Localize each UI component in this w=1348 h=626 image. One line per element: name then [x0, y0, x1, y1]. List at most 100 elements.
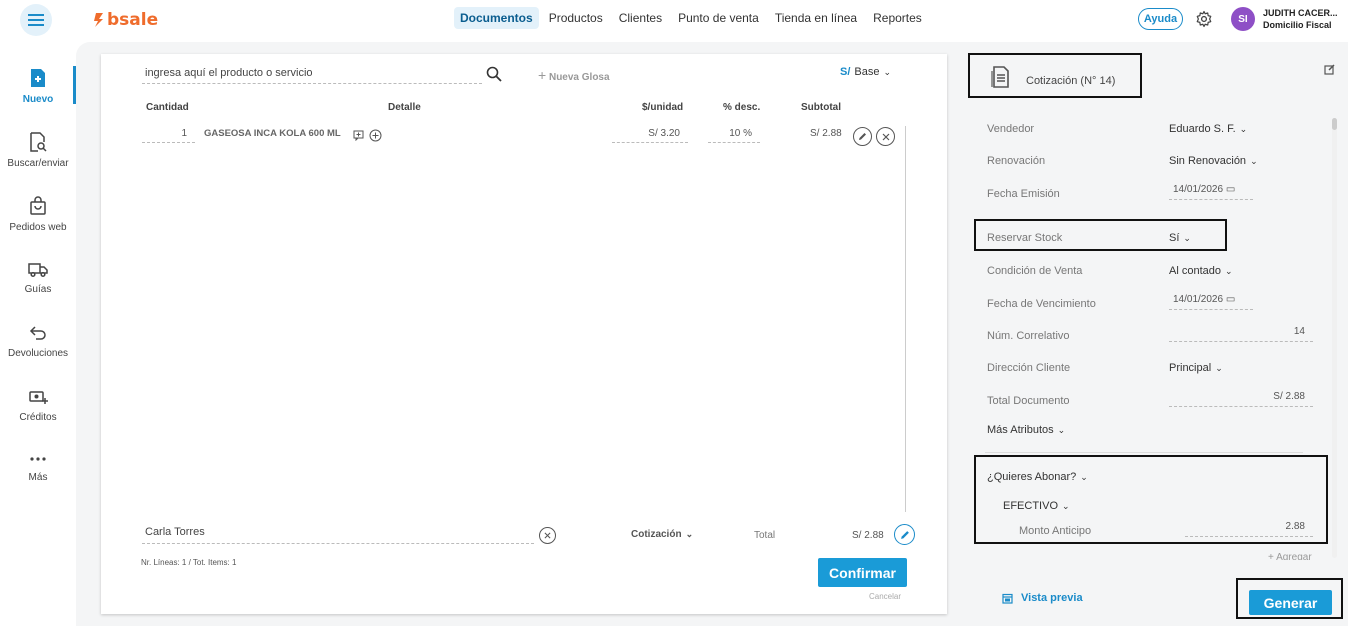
nav-documentos[interactable]: Documentos	[454, 7, 539, 29]
header-cantidad: Cantidad	[146, 102, 189, 113]
row-delete-button[interactable]	[876, 127, 895, 146]
efectivo-toggle[interactable]: EFECTIVO ⌄	[1003, 500, 1070, 512]
search-document-icon	[30, 132, 47, 152]
fecha-vencimiento-value: 14/01/2026	[1173, 294, 1224, 305]
sidebar-item-label: Buscar/enviar	[7, 158, 69, 169]
correlativo-input[interactable]: 14	[1169, 326, 1313, 342]
shopping-bag-icon	[30, 196, 46, 215]
hamburger-icon	[28, 14, 44, 26]
sidebar-item-guias[interactable]: Guías	[0, 250, 76, 314]
nav-clientes[interactable]: Clientes	[613, 7, 668, 29]
calendar-icon: ▭	[1225, 184, 1236, 195]
condicion-venta-select[interactable]: Al contado ⌄	[1169, 265, 1233, 277]
panel-scrollbar[interactable]	[1332, 118, 1337, 558]
plus-icon: +	[538, 67, 547, 83]
correlativo-label: Núm. Correlativo	[987, 330, 1070, 342]
sidebar-item-devoluciones[interactable]: Devoluciones	[0, 314, 76, 378]
renovacion-value: Sin Renovación	[1169, 155, 1247, 167]
gear-icon[interactable]	[1195, 10, 1213, 28]
clear-client-button[interactable]	[539, 527, 556, 544]
pencil-icon	[859, 133, 866, 140]
chevron-down-icon: ⌄	[883, 67, 892, 77]
chevron-down-icon: ⌄	[1080, 472, 1088, 482]
chevron-down-icon: ⌄	[1062, 501, 1070, 511]
row-edit-button[interactable]	[853, 127, 872, 146]
cancel-link[interactable]: Cancelar	[869, 592, 901, 601]
vendedor-select[interactable]: Eduardo S. F. ⌄	[1169, 123, 1247, 135]
search-icon[interactable]	[486, 66, 502, 82]
mas-atributos-label: Más Atributos	[987, 424, 1054, 436]
return-arrow-icon	[29, 326, 46, 340]
sidebar-item-nuevo[interactable]: Nuevo	[0, 58, 76, 122]
divider	[985, 452, 1303, 453]
reservar-stock-label: Reservar Stock	[987, 232, 1063, 244]
lines-info: Nr. Líneas: 1 / Tot. Items: 1	[141, 558, 237, 567]
chevron-down-icon: ⌄	[1183, 233, 1191, 243]
row-subtotal: S/ 2.88	[810, 128, 842, 139]
money-plus-icon	[29, 391, 48, 404]
edit-document-icon[interactable]	[1324, 64, 1335, 75]
total-documento-value: S/ 2.88	[1169, 391, 1313, 407]
sidebar-item-mas[interactable]: Más	[0, 442, 76, 506]
table-scroll-track	[905, 126, 906, 512]
more-dots-icon	[30, 457, 46, 461]
sidebar-item-pedidos-web[interactable]: Pedidos web	[0, 186, 76, 250]
confirm-button[interactable]: Confirmar	[818, 558, 907, 587]
sidebar-item-label: Nuevo	[22, 94, 54, 105]
row-cantidad-input[interactable]: 1	[142, 128, 195, 143]
vista-previa-button[interactable]: Vista previa	[1002, 592, 1083, 604]
nav-tienda-en-linea[interactable]: Tienda en línea	[769, 7, 863, 29]
renovacion-label: Renovación	[987, 155, 1046, 167]
chevron-down-icon: ⌄	[1215, 363, 1223, 373]
avatar[interactable]: SI	[1231, 7, 1255, 31]
product-search-input[interactable]: ingresa aquí el producto o servicio	[142, 64, 482, 84]
fecha-emision-value: 14/01/2026	[1173, 184, 1224, 195]
sidebar-item-buscar[interactable]: Buscar/enviar	[0, 122, 76, 186]
nueva-glosa-label: Nueva Glosa	[548, 72, 610, 83]
row-unidad-input[interactable]: S/ 3.20	[612, 128, 688, 143]
currency-select[interactable]: S/Base ⌄	[840, 66, 891, 78]
mas-atributos-toggle[interactable]: Más Atributos ⌄	[987, 424, 1065, 436]
header-detalle: Detalle	[388, 102, 421, 113]
add-circle-icon[interactable]	[369, 129, 382, 142]
direccion-select[interactable]: Principal ⌄	[1169, 362, 1223, 374]
condicion-venta-value: Al contado	[1169, 265, 1221, 277]
abonar-toggle[interactable]: ¿Quieres Abonar? ⌄	[987, 471, 1088, 483]
pencil-icon	[900, 530, 909, 539]
user-info[interactable]: JUDITH CACER... Domicilio Fiscal	[1263, 7, 1338, 31]
panel-scrollbar-thumb[interactable]	[1332, 118, 1337, 130]
logo-text: bsale	[107, 10, 159, 30]
renovacion-select[interactable]: Sin Renovación ⌄	[1169, 155, 1258, 167]
header-unidad: $/unidad	[642, 102, 684, 113]
row-desc-input[interactable]: 10 %	[708, 128, 760, 143]
comment-icon[interactable]	[353, 130, 364, 141]
edit-total-button[interactable]	[894, 524, 915, 545]
calendar-icon: ▭	[1225, 294, 1236, 305]
agregar-link[interactable]: + Agregar	[1268, 552, 1312, 560]
monto-anticipo-label: Monto Anticipo	[1019, 525, 1092, 537]
help-button[interactable]: Ayuda	[1138, 8, 1183, 30]
user-name: JUDITH CACER...	[1263, 8, 1338, 18]
row-detalle: GASEOSA INCA KOLA 600 ML	[204, 128, 341, 139]
nav-reportes[interactable]: Reportes	[867, 7, 928, 29]
fecha-emision-input[interactable]: 14/01/2026 ▭	[1169, 184, 1253, 200]
fecha-vencimiento-input[interactable]: 14/01/2026 ▭	[1169, 294, 1253, 310]
document-type-select[interactable]: Cotización ⌄	[631, 529, 693, 540]
total-documento-label: Total Documento	[987, 395, 1070, 407]
sidebar-item-label: Créditos	[19, 412, 57, 423]
sidebar-item-label: Devoluciones	[7, 348, 69, 359]
bsale-logo[interactable]: bsale	[93, 10, 158, 30]
monto-anticipo-input[interactable]: 2.88	[1185, 521, 1313, 537]
panel-title: Cotización (N° 14)	[1026, 75, 1116, 87]
sidebar-item-creditos[interactable]: Créditos	[0, 378, 76, 442]
client-input[interactable]: Carla Torres	[142, 526, 534, 544]
abonar-label: ¿Quieres Abonar?	[987, 471, 1077, 483]
nav-productos[interactable]: Productos	[543, 7, 609, 29]
reservar-stock-select[interactable]: Sí ⌄	[1169, 232, 1191, 244]
nav-punto-de-venta[interactable]: Punto de venta	[672, 7, 765, 29]
document-icon	[991, 66, 1009, 88]
chevron-down-icon: ⌄	[1250, 156, 1258, 166]
nueva-glosa-button[interactable]: + Nueva Glosa	[538, 67, 610, 83]
generar-button[interactable]: Generar	[1249, 590, 1332, 615]
hamburger-menu-button[interactable]	[20, 4, 52, 36]
